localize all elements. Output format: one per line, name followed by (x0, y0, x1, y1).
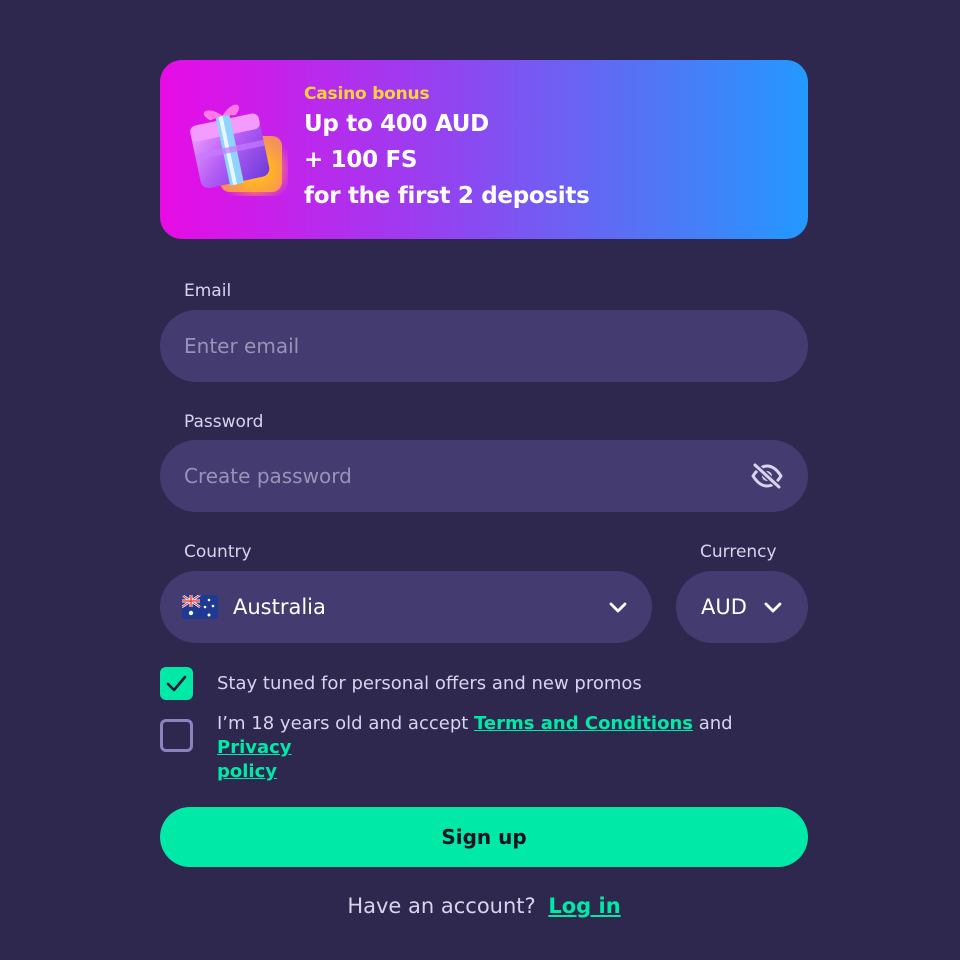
currency-value: AUD (701, 595, 747, 619)
bonus-kicker: Casino bonus (304, 84, 430, 104)
login-link[interactable]: Log in (548, 894, 620, 918)
age-terms-text: I’m 18 years old and accept (217, 713, 469, 734)
country-label: Country (184, 542, 252, 562)
sign-up-button[interactable]: Sign up (160, 807, 808, 867)
password-input[interactable] (184, 440, 724, 512)
email-input[interactable] (184, 310, 724, 382)
chevron-down-icon (609, 602, 627, 613)
country-value: Australia (233, 595, 326, 619)
promos-checkbox[interactable] (160, 667, 193, 700)
bonus-condition: for the first 2 deposits (304, 183, 590, 209)
eye-slash-icon[interactable] (750, 462, 784, 490)
privacy-link-part2: policy (217, 761, 277, 782)
and-text: and (698, 713, 733, 734)
have-account-text: Have an account? (347, 894, 536, 918)
privacy-link-part1: Privacy (217, 737, 292, 758)
bonus-banner: Casino bonus Up to 400 AUD + 100 FS for … (160, 60, 808, 239)
currency-select[interactable]: AUD (676, 571, 808, 643)
password-field-wrapper (160, 440, 808, 512)
country-select[interactable]: Australia (160, 571, 652, 643)
age-terms-label: I’m 18 years old and accept Terms and Co… (217, 712, 807, 784)
bonus-free-spins: + 100 FS (304, 147, 418, 173)
checkmark-icon (166, 675, 187, 692)
currency-label: Currency (700, 542, 777, 562)
email-field-wrapper (160, 310, 808, 382)
gift-box-icon (190, 104, 288, 196)
chevron-down-icon (764, 602, 782, 613)
age-terms-checkbox[interactable] (160, 719, 193, 752)
password-label: Password (184, 412, 264, 432)
bonus-amount: Up to 400 AUD (304, 111, 489, 137)
privacy-policy-link[interactable]: Privacy policy (217, 737, 292, 782)
email-label: Email (184, 281, 232, 301)
promos-checkbox-label: Stay tuned for personal offers and new p… (217, 673, 642, 694)
banner-text: Casino bonus Up to 400 AUD + 100 FS for … (304, 82, 590, 214)
terms-link[interactable]: Terms and Conditions (474, 713, 693, 734)
signup-form-container: Casino bonus Up to 400 AUD + 100 FS for … (160, 60, 808, 239)
login-prompt: Have an account? Log in (160, 894, 808, 918)
australia-flag-icon (182, 595, 218, 619)
